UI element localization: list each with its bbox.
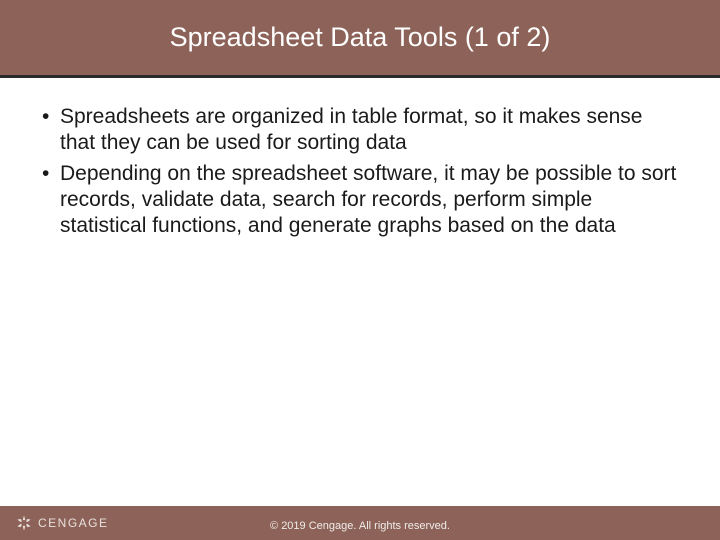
copyright-text: © 2019 Cengage. All rights reserved. <box>270 520 450 532</box>
title-bar: Spreadsheet Data Tools (1 of 2) <box>0 0 720 78</box>
list-item: Spreadsheets are organized in table form… <box>40 104 680 157</box>
slide-title: Spreadsheet Data Tools (1 of 2) <box>170 22 551 53</box>
list-item: Depending on the spreadsheet software, i… <box>40 161 680 240</box>
brand-logo: CENGAGE <box>14 513 109 533</box>
bullet-list: Spreadsheets are organized in table form… <box>40 104 680 239</box>
cengage-icon <box>14 513 34 533</box>
brand-name: CENGAGE <box>38 516 109 530</box>
content-area: Spreadsheets are organized in table form… <box>0 78 720 239</box>
footer-bar: CENGAGE © 2019 Cengage. All rights reser… <box>0 506 720 540</box>
